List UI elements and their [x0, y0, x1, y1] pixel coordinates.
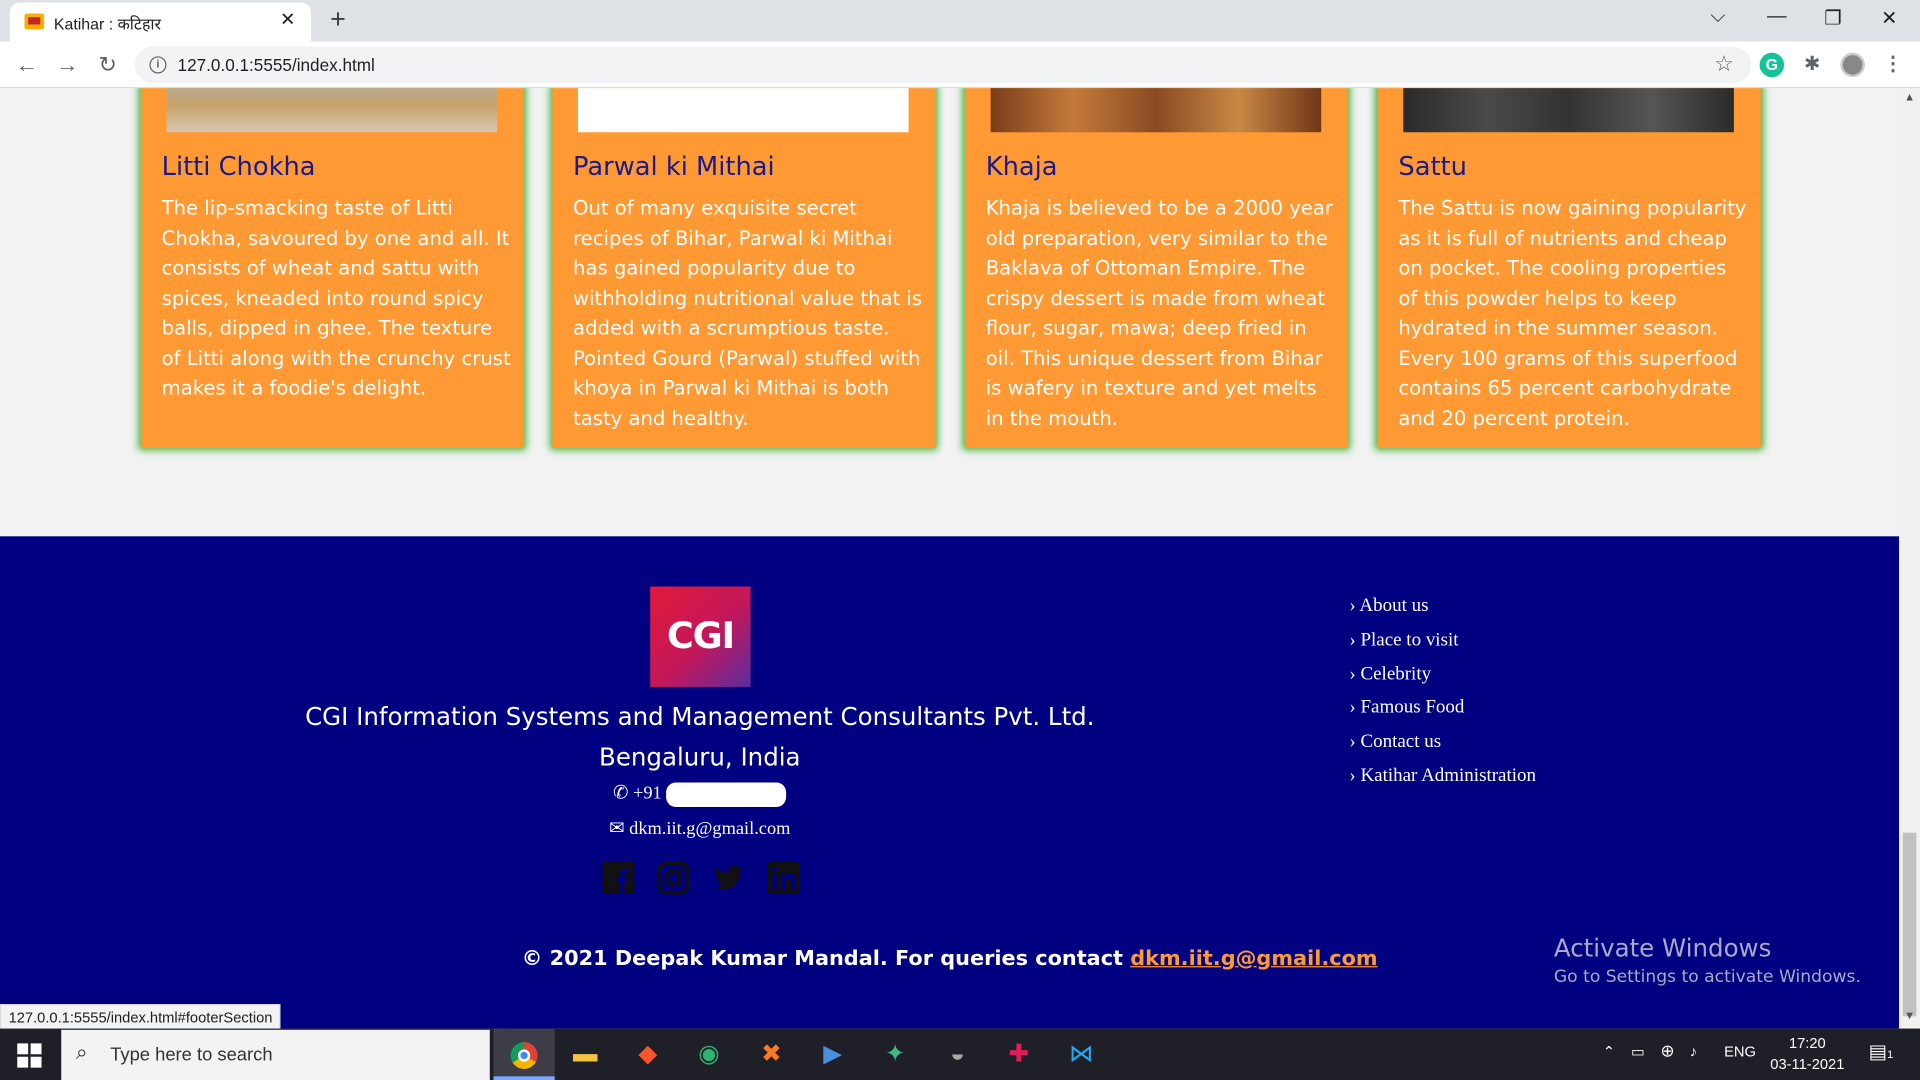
search-placeholder: Type here to search: [110, 1044, 273, 1066]
back-icon[interactable]: ←: [12, 50, 41, 79]
brave-icon[interactable]: ◆: [617, 1029, 678, 1080]
food-card: Sattu The Sattu is now gaining popularit…: [1377, 88, 1761, 449]
redacted-phone: [666, 781, 787, 807]
extensions-icon[interactable]: ✱: [1800, 53, 1824, 77]
taskbar-search[interactable]: ⌕ Type here to search: [61, 1029, 490, 1080]
status-url-bubble: 127.0.0.1:5555/index.html#footerSection: [0, 1004, 282, 1030]
linkedin-icon[interactable]: [767, 861, 801, 895]
forward-icon[interactable]: →: [53, 50, 82, 79]
grammarly-icon[interactable]: G: [1759, 52, 1785, 78]
card-title: Sattu: [1398, 151, 1467, 182]
tab-strip: Katihar : कटिहार ✕ + ⌵ — ❐ ✕: [0, 0, 1920, 42]
profile-avatar[interactable]: [1840, 52, 1865, 78]
menu-icon[interactable]: ⋮: [1881, 53, 1905, 77]
slack-icon[interactable]: ✚: [988, 1029, 1049, 1080]
favicon-icon: [24, 13, 45, 30]
footer-link-place-to-visit[interactable]: › Place to visit: [1349, 623, 1536, 657]
tab-search-icon[interactable]: ⌵: [1690, 6, 1746, 28]
xampp-icon[interactable]: ✖: [741, 1029, 802, 1080]
food-image: [1403, 88, 1734, 133]
facebook-icon[interactable]: [601, 861, 635, 895]
email-text[interactable]: dkm.iit.g@gmail.com: [629, 819, 790, 839]
new-tab-button[interactable]: +: [323, 6, 352, 33]
address-bar[interactable]: i 127.0.0.1:5555/index.html ☆: [134, 46, 1752, 84]
windows-start-icon[interactable]: [17, 1043, 42, 1068]
company-name: CGI Information Systems and Management C…: [305, 701, 1095, 732]
footer-link-celebrity[interactable]: › Celebrity: [1349, 657, 1536, 691]
card-text: The lip-smacking taste of Litti Chokha, …: [161, 195, 511, 400]
card-title: Parwal ki Mithai: [573, 151, 775, 182]
footer-link-famous-food[interactable]: › Famous Food: [1349, 691, 1536, 725]
file-explorer-icon[interactable]: ▬: [555, 1029, 616, 1080]
footer-link-katihar-administration[interactable]: › Katihar Administration: [1349, 759, 1536, 793]
company-logo: CGI: [650, 586, 751, 687]
food-card: Khaja Khaja is believed to be a 2000 yea…: [964, 88, 1349, 449]
food-image: [166, 88, 498, 133]
clock-date: 03-11-2021: [1770, 1055, 1845, 1073]
page-viewport: Litti Chokha The lip-smacking taste of L…: [0, 88, 1900, 1029]
footer-section: CGI CGI Information Systems and Manageme…: [0, 536, 1900, 1029]
email-line: ✉ dkm.iit.g@gmail.com: [0, 817, 1400, 840]
phone-prefix: +91: [632, 783, 662, 804]
site-info-icon[interactable]: i: [149, 56, 167, 74]
scroll-down-icon[interactable]: ▼: [1899, 1009, 1920, 1026]
volume-icon[interactable]: ♪: [1690, 1043, 1697, 1060]
minimize-button[interactable]: —: [1749, 6, 1805, 28]
scroll-up-icon[interactable]: ▲: [1899, 91, 1920, 108]
instagram-icon[interactable]: [656, 861, 691, 895]
browser-toolbar: ← → ↻ i 127.0.0.1:5555/index.html ☆ G ✱ …: [0, 41, 1920, 89]
battery-icon[interactable]: ▭: [1631, 1043, 1645, 1060]
close-window-button[interactable]: ✕: [1861, 6, 1917, 30]
vscode-icon[interactable]: ⋈: [1051, 1029, 1112, 1080]
food-card: Parwal ki Mithai Out of many exquisite s…: [552, 88, 936, 449]
chrome-icon[interactable]: [493, 1028, 555, 1080]
activate-windows-title: Activate Windows: [1553, 933, 1772, 963]
language-indicator[interactable]: ENG: [1724, 1043, 1756, 1060]
activate-windows-subtitle: Go to Settings to activate Windows.: [1553, 967, 1861, 987]
card-title: Khaja: [985, 151, 1058, 182]
card-text: Out of many exquisite secret recipes of …: [573, 195, 923, 430]
powershell-icon[interactable]: ▶: [802, 1029, 863, 1080]
card-text: Khaja is believed to be a 2000 year old …: [985, 195, 1333, 430]
footer-links: › About us › Place to visit › Celebrity …: [1349, 589, 1536, 793]
restore-button[interactable]: ❐: [1805, 6, 1861, 30]
phone-line: ✆ +91: [0, 781, 1400, 807]
clock-time: 17:20: [1788, 1034, 1826, 1052]
bookmark-star-icon[interactable]: ☆: [1714, 51, 1734, 77]
url-text[interactable]: 127.0.0.1:5555/index.html: [178, 55, 375, 75]
footer-link-about-us[interactable]: › About us: [1349, 589, 1536, 623]
envelope-icon: ✉: [609, 819, 625, 839]
tab-title: Katihar : कटिहार: [53, 14, 162, 34]
edge-icon[interactable]: ◉: [678, 1029, 739, 1080]
page-scrollbar[interactable]: ▲ ▼: [1899, 88, 1920, 1029]
phone-icon: ✆: [612, 783, 629, 804]
card-title: Litti Chokha: [161, 151, 316, 182]
food-card: Litti Chokha The lip-smacking taste of L…: [140, 88, 525, 449]
footer-link-contact-us[interactable]: › Contact us: [1349, 725, 1536, 759]
close-tab-icon[interactable]: ✕: [277, 10, 299, 32]
twitter-icon[interactable]: [711, 861, 745, 895]
scroll-thumb[interactable]: [1902, 832, 1917, 1017]
eclipse-icon[interactable]: ◒: [927, 1029, 988, 1080]
network-icon[interactable]: ⊕: [1660, 1041, 1674, 1062]
sourcetree-icon[interactable]: ✦: [864, 1029, 925, 1080]
copyright-email-link[interactable]: dkm.iit.g@gmail.com: [1130, 947, 1377, 971]
reload-icon[interactable]: ↻: [93, 50, 122, 79]
food-image: [990, 88, 1322, 133]
browser-tab[interactable]: Katihar : कटिहार ✕: [9, 2, 312, 42]
search-icon: ⌕: [75, 1040, 88, 1065]
card-text: The Sattu is now gaining popularity as i…: [1398, 195, 1747, 430]
company-location: Bengaluru, India: [599, 742, 801, 772]
notification-icon[interactable]: ▤1: [1869, 1040, 1894, 1064]
show-hidden-icons[interactable]: ⌃: [1603, 1043, 1615, 1060]
windows-taskbar: ⌕ Type here to search ▬ ◆ ◉ ✖ ▶ ✦ ◒ ✚ ⋈ …: [0, 1028, 1920, 1080]
taskbar-clock[interactable]: 17:20 03-11-2021: [1763, 1033, 1851, 1075]
food-image: [577, 88, 909, 133]
